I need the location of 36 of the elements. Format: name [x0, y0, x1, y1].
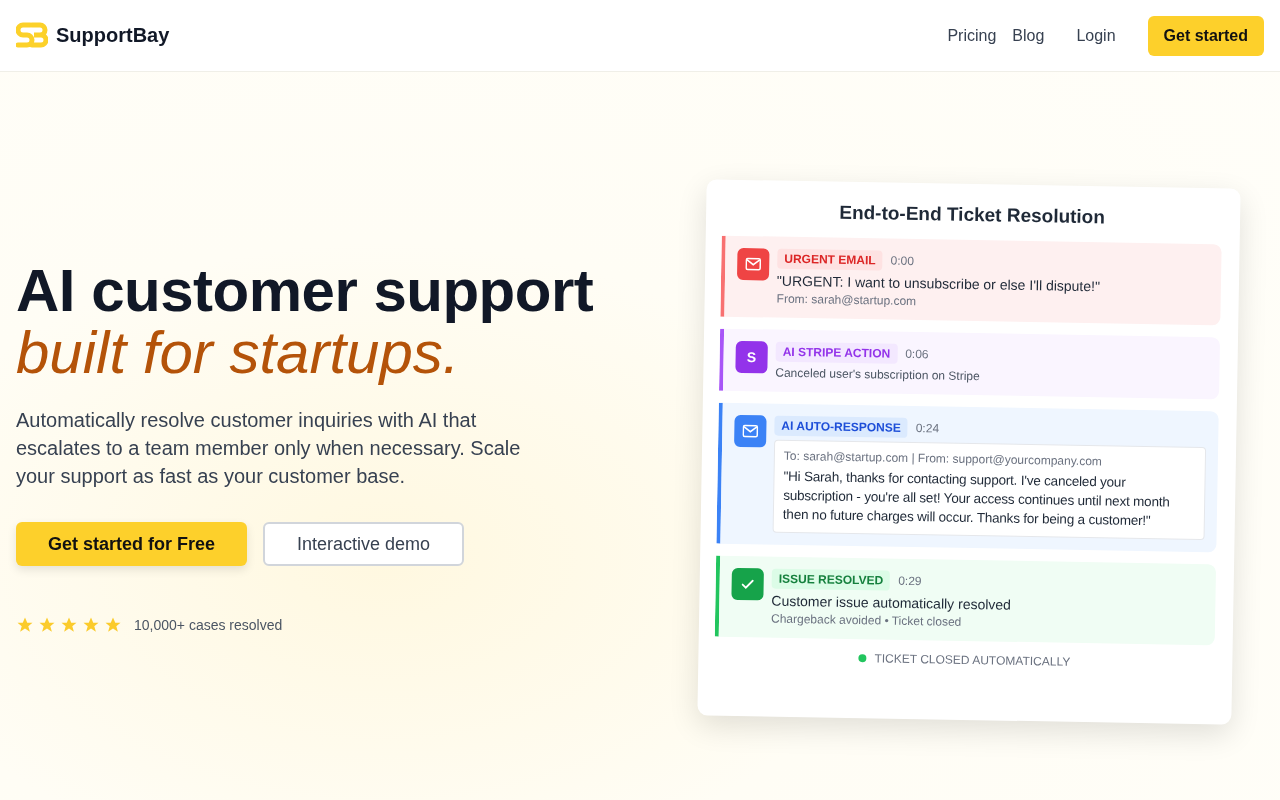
star-icon: [82, 616, 100, 634]
email-body: "Hi Sarah, thanks for contacting support. I've canceled your subscription - you're all set! Your access continues until next month then no future charges will occur. Thanks for being a customer!": [782, 468, 1171, 531]
event-tag: AI STRIPE ACTION: [775, 341, 898, 364]
brand-name[interactable]: SupportBay: [56, 24, 170, 47]
status-text: TICKET CLOSED AUTOMATICALLY: [874, 651, 1071, 669]
get-started-free-button[interactable]: Get started for Free: [16, 522, 248, 566]
star-icon: [104, 616, 122, 634]
event-tag: AI AUTO-RESPONSE: [774, 415, 908, 438]
status-dot: [858, 654, 867, 663]
logo-icon: [16, 20, 48, 51]
star-icon: [16, 616, 34, 634]
login-link[interactable]: Login: [1076, 26, 1116, 45]
event-tag: URGENT EMAIL: [777, 248, 883, 271]
interactive-demo-button[interactable]: Interactive demo: [263, 522, 465, 566]
event-text: Canceled user's subscription on Stripe: [775, 365, 981, 386]
get-started-button[interactable]: Get started: [1147, 15, 1264, 56]
envelope-icon: [742, 424, 759, 439]
event-time: 0:29: [898, 573, 922, 589]
event-time: 0:24: [915, 421, 940, 436]
star-icon: [60, 616, 78, 634]
event-time: 0:06: [905, 346, 929, 362]
hero-subtitle: built for startups.: [16, 322, 460, 384]
hero-title: AI customer support: [16, 260, 595, 322]
stripe-letter: S: [746, 349, 757, 366]
rating-text: 10,000+ cases resolved: [134, 617, 283, 633]
envelope-icon: [745, 257, 762, 272]
email-header: To: sarah@startup.com | From: support@yourcompany.com: [783, 448, 1104, 470]
hero-description: Automatically resolve customer inquiries with AI that escalates to a team member only when necessary. Scale your support as fast as your customer base.: [16, 408, 522, 489]
event-time: 0:00: [890, 253, 915, 268]
nav-link[interactable]: Pricing: [947, 26, 997, 45]
card-title: End-to-End Ticket Resolution: [838, 200, 1107, 230]
star-icon: [38, 616, 56, 634]
event-text: Customer issue automatically resolved: [771, 592, 1013, 614]
event-meta: Chargeback avoided • Ticket closed: [770, 611, 963, 631]
event-tag: ISSUE RESOLVED: [771, 568, 891, 591]
nav-link[interactable]: Blog: [1012, 26, 1045, 45]
